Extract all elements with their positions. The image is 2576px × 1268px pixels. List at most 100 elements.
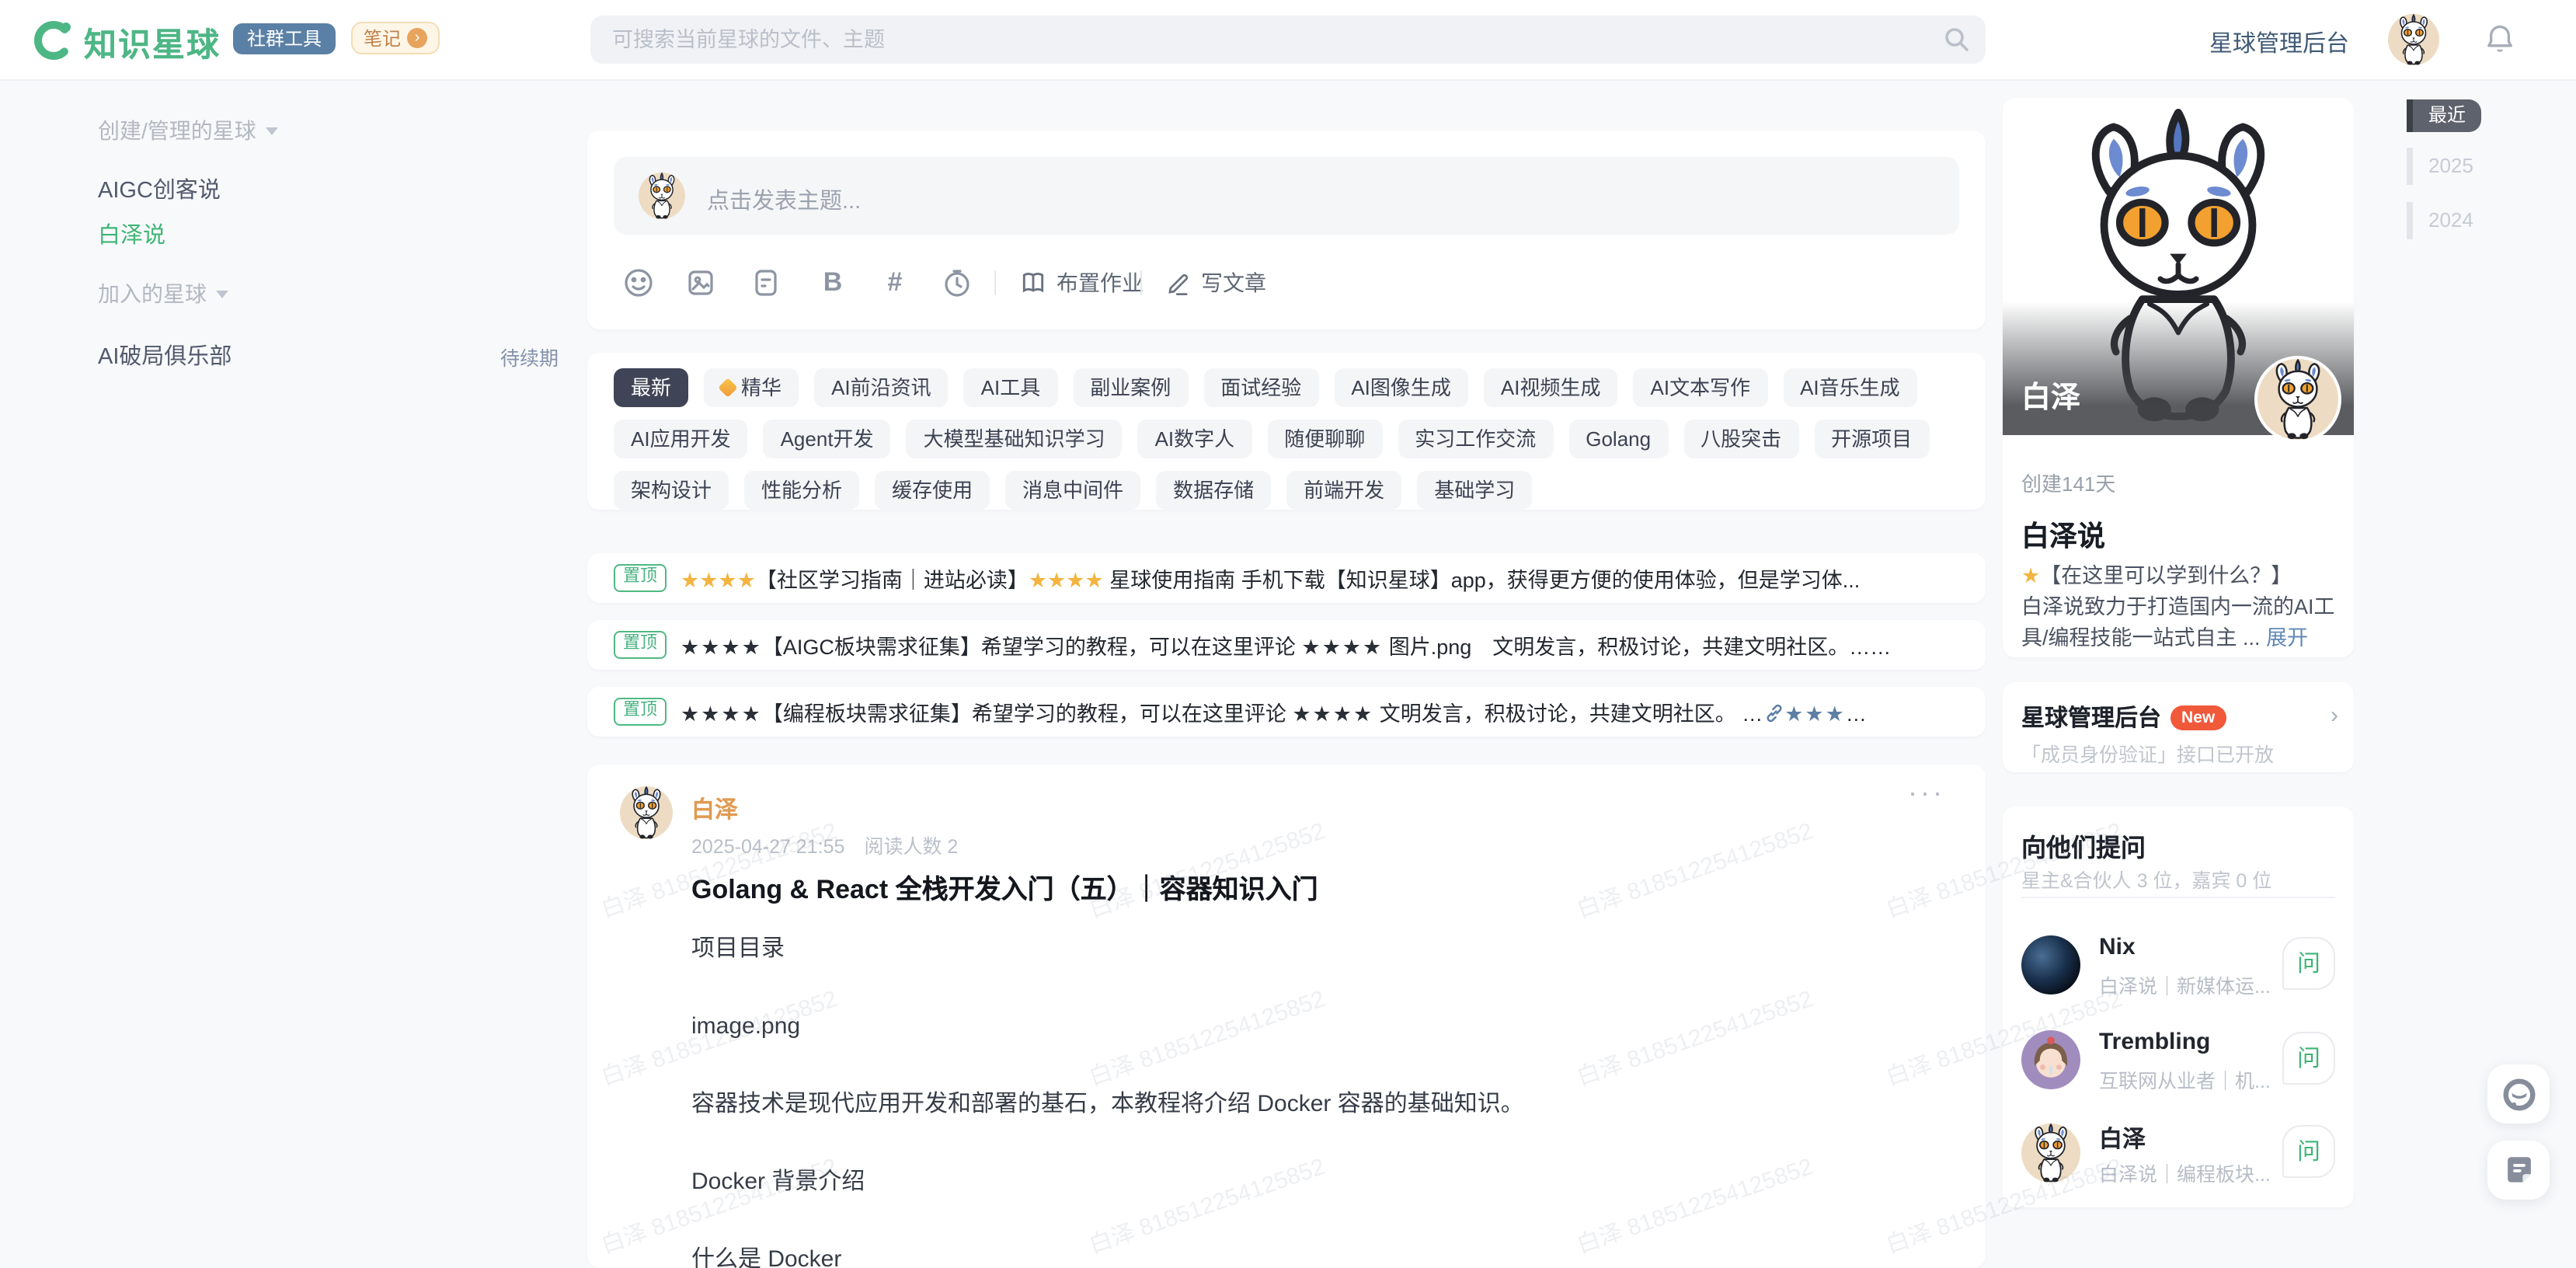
sidebar-item-aigc[interactable]: AIGC创客说	[98, 172, 221, 205]
tag-pill[interactable]: 基础学习	[1417, 471, 1532, 510]
post-title[interactable]: Golang & React 全栈开发入门（五）｜容器知识入门	[691, 867, 1318, 906]
composer-input[interactable]: 点击发表主题...	[614, 157, 1959, 235]
member-subtitle: 白泽说｜编程板块...	[2099, 1158, 2270, 1187]
pinned-badge: 置顶	[614, 564, 667, 592]
bold-icon[interactable]: B	[814, 267, 851, 305]
timeline-year-bar	[2407, 202, 2413, 239]
tag-pill-label: Golang	[1586, 420, 1651, 458]
member-row[interactable]: 白泽白泽说｜编程板块...问	[2021, 1119, 2335, 1193]
tag-pill[interactable]: 最新	[614, 368, 688, 407]
customer-service-button[interactable]	[2487, 1064, 2550, 1123]
tag-pill[interactable]: 八股突击	[1683, 420, 1798, 458]
planet-admin-link[interactable]: 星球管理后台	[2209, 26, 2349, 59]
post-author-name[interactable]: 白泽	[691, 792, 738, 825]
timeline-year-label: 2025	[2413, 148, 2473, 185]
tag-pill[interactable]: AI数字人	[1138, 420, 1252, 458]
pinned-text-segment: ★★★	[1784, 702, 1846, 726]
tag-pill[interactable]: AI工具	[964, 368, 1058, 407]
sidebar-group-created[interactable]: 创建/管理的星球	[98, 115, 278, 146]
timeline-year[interactable]: 2024	[2407, 202, 2473, 239]
planet-avatar[interactable]	[2254, 356, 2341, 443]
tag-pill[interactable]: 性能分析	[744, 471, 859, 510]
ask-button[interactable]: 问	[2282, 937, 2335, 990]
file-icon[interactable]	[747, 264, 785, 301]
sidebar-item-baizeshuo[interactable]: 白泽说	[98, 218, 165, 250]
sidebar-group-joined[interactable]: 加入的星球	[98, 278, 228, 309]
zhishixingqiu-app: 知识星球 社群工具 笔记 › 星球管理后台 创建/管理的星球 AIGC创客说 白…	[0, 0, 2576, 1268]
tag-pill-label: AI应用开发	[631, 420, 731, 458]
pinned-post-row[interactable]: 置顶★★★★【社区学习指南｜进站必读】★★★★ 星球使用指南 手机下载【知识星球…	[587, 553, 1986, 603]
tag-pill[interactable]: AI文本写作	[1634, 368, 1768, 407]
member-row[interactable]: Trembling互联网从业者｜机...问	[2021, 1026, 2335, 1100]
pinned-badge: 置顶	[614, 631, 667, 659]
timeline-recent[interactable]: 最近	[2407, 99, 2481, 132]
sidebar-item-ai-club[interactable]: AI破局俱乐部	[98, 339, 231, 371]
emoji-icon[interactable]	[620, 264, 657, 301]
tag-pill[interactable]: 大模型基础知识学习	[907, 420, 1123, 458]
ask-button[interactable]: 问	[2282, 1125, 2335, 1178]
search-icon[interactable]	[1944, 26, 1970, 53]
tag-pill-label: 最新	[631, 368, 671, 407]
tag-pill-label: AI前沿资讯	[831, 368, 931, 407]
tag-pill[interactable]: 数据存储	[1156, 471, 1271, 510]
tag-pill[interactable]: 精华	[704, 368, 799, 407]
user-avatar[interactable]	[2388, 14, 2439, 65]
gem-icon	[718, 378, 737, 397]
write-article-button[interactable]: 写文章	[1165, 267, 1266, 298]
chevron-right-icon: ›	[2331, 702, 2338, 729]
tag-pill[interactable]: AI前沿资讯	[814, 368, 949, 407]
tag-pill[interactable]: 架构设计	[614, 471, 729, 510]
pinned-text-segment: ★★★★	[681, 702, 762, 726]
feedback-note-button[interactable]	[2487, 1141, 2550, 1200]
search-input[interactable]	[590, 16, 1986, 64]
pinned-post-row[interactable]: 置顶★★★★【编程板块需求征集】希望学习的教程，可以在这里评论 ★★★★ 文明发…	[587, 687, 1986, 737]
tag-pill[interactable]: AI应用开发	[614, 420, 748, 458]
renewal-badge: 待续期	[500, 342, 559, 371]
hashtag-icon[interactable]: #	[876, 267, 914, 305]
tag-pill[interactable]: 面试经验	[1203, 368, 1318, 407]
tag-pill-label: 副业案例	[1090, 368, 1171, 407]
tag-pill[interactable]: 副业案例	[1073, 368, 1188, 407]
planet-admin-subtitle: 「成员身份验证」接口已开放	[2021, 738, 2274, 768]
image-icon[interactable]	[682, 264, 719, 301]
tag-pill-label: 前端开发	[1304, 471, 1384, 510]
tag-pill-label: 消息中间件	[1022, 471, 1123, 510]
tag-pill-label: 随便聊聊	[1284, 420, 1365, 458]
tag-pill[interactable]: AI图像生成	[1334, 368, 1468, 407]
tag-pill[interactable]: Agent开发	[764, 420, 891, 458]
planet-banner-name: 白泽	[2021, 374, 2080, 416]
tag-pill[interactable]: 实习工作交流	[1398, 420, 1553, 458]
pinned-text-segment: ★★★★	[1029, 569, 1104, 592]
post-time: 2025-04-27 21:55	[691, 836, 844, 858]
new-badge: New	[2170, 705, 2226, 730]
pinned-text-segment: …	[1846, 702, 1867, 726]
planet-admin-card[interactable]: 星球管理后台 New › 「成员身份验证」接口已开放	[2003, 682, 2354, 772]
write-article-label: 写文章	[1201, 267, 1266, 298]
tag-pill[interactable]: 随便聊聊	[1267, 420, 1382, 458]
tag-pill[interactable]: AI视频生成	[1484, 368, 1618, 407]
pinned-text-segment: ★★★★	[681, 636, 762, 659]
tag-pill[interactable]: 消息中间件	[1005, 471, 1140, 510]
assign-homework-button[interactable]: 布置作业	[1019, 267, 1144, 298]
post-author-avatar[interactable]	[620, 786, 673, 839]
divider	[2021, 897, 2335, 898]
expand-link[interactable]: 展开	[2266, 626, 2308, 650]
sidebar-group-created-label: 创建/管理的星球	[98, 115, 256, 146]
ask-title: 向他们提问	[2021, 827, 2146, 864]
tag-pill[interactable]: Golang	[1568, 420, 1668, 458]
book-icon	[1019, 269, 1047, 297]
tag-pill[interactable]: AI音乐生成	[1783, 368, 1917, 407]
tag-pill[interactable]: 前端开发	[1286, 471, 1401, 510]
ask-button[interactable]: 问	[2282, 1032, 2335, 1085]
tag-pill[interactable]: 缓存使用	[875, 471, 990, 510]
post-more-button[interactable]: ···	[1908, 777, 1945, 810]
tag-pill[interactable]: 开源项目	[1814, 420, 1929, 458]
note-badge[interactable]: 笔记 ›	[351, 22, 440, 54]
pinned-post-row[interactable]: 置顶★★★★【AIGC板块需求征集】希望学习的教程，可以在这里评论 ★★★★ 图…	[587, 620, 1986, 670]
timeline-year[interactable]: 2025	[2407, 148, 2473, 185]
notification-bell-icon[interactable]	[2483, 22, 2517, 56]
member-subtitle: 互联网从业者｜机...	[2099, 1064, 2270, 1094]
pinned-text-segment: ★★★★	[1301, 636, 1383, 659]
member-row[interactable]: Nix白泽说｜新媒体运...问	[2021, 931, 2335, 1005]
timer-icon[interactable]	[938, 264, 976, 301]
